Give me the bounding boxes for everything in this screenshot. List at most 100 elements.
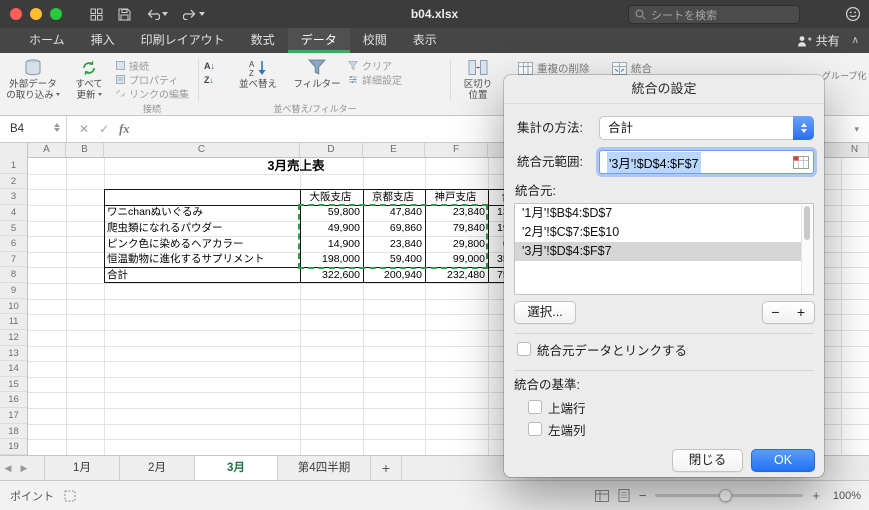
- function-select[interactable]: 合計: [599, 116, 814, 140]
- row-header-8[interactable]: 8: [0, 267, 27, 284]
- tab-home[interactable]: ホーム: [16, 28, 78, 53]
- row-header-10[interactable]: 10: [0, 299, 27, 315]
- formula-bar-expand-icon[interactable]: ▾: [854, 124, 869, 135]
- reference-input[interactable]: '3月'!$D$4:$F$7: [599, 150, 814, 174]
- properties-button[interactable]: プロパティ: [116, 74, 189, 87]
- column-header-A[interactable]: A: [28, 143, 66, 157]
- row-header-15[interactable]: 15: [0, 377, 27, 393]
- share-button[interactable]: 共有: [797, 32, 840, 49]
- normal-view-icon[interactable]: [594, 489, 609, 502]
- add-sheet-button[interactable]: +: [371, 456, 402, 480]
- row-header-5[interactable]: 5: [0, 221, 27, 237]
- tab-data[interactable]: データ: [287, 28, 350, 53]
- browse-button[interactable]: 選択...: [514, 301, 576, 324]
- ok-button[interactable]: OK: [751, 449, 815, 472]
- fullscreen-window-button[interactable]: [50, 8, 62, 20]
- row-header-17[interactable]: 17: [0, 408, 27, 424]
- group-button[interactable]: グループ化: [822, 69, 869, 82]
- row-header-13[interactable]: 13: [0, 346, 27, 362]
- sheet-nav-left-icon[interactable]: ◀: [0, 456, 16, 480]
- close-button[interactable]: 閉じる: [672, 449, 743, 472]
- undo-icon[interactable]: [146, 8, 168, 20]
- scrollbar-thumb[interactable]: [804, 206, 810, 240]
- row-header-3[interactable]: 3: [0, 189, 27, 205]
- filter-button[interactable]: フィルター: [289, 57, 345, 91]
- column-header-D[interactable]: D: [300, 143, 363, 157]
- row-header-11[interactable]: 11: [0, 314, 27, 330]
- search-input[interactable]: シートを検索: [628, 5, 800, 24]
- sort-button[interactable]: AZ 並べ替え: [230, 57, 286, 91]
- tiles-icon[interactable]: [90, 8, 103, 21]
- tab-view[interactable]: 表示: [400, 28, 450, 53]
- row-header-4[interactable]: 4: [0, 205, 27, 221]
- row-header-12[interactable]: 12: [0, 330, 27, 346]
- refresh-all-button[interactable]: すべて 更新: [66, 57, 112, 101]
- range-picker-icon[interactable]: [793, 155, 809, 169]
- reference-item-selected[interactable]: '3月'!$D$4:$F$7: [515, 242, 813, 261]
- select-all-corner[interactable]: [0, 143, 28, 158]
- link-source-checkbox[interactable]: 統合元データとリンクする: [517, 341, 687, 358]
- sheet-tab-1[interactable]: 1月: [44, 456, 120, 480]
- zoom-in-button[interactable]: +: [812, 488, 820, 503]
- get-external-data-button[interactable]: 外部データ の取り込み: [2, 57, 64, 101]
- reference-item[interactable]: '1月'!$B$4:$D$7: [515, 204, 813, 223]
- save-icon[interactable]: [118, 8, 131, 21]
- column-header-right[interactable]: N: [841, 143, 869, 157]
- consolidate-button[interactable]: 統合: [612, 61, 652, 76]
- sort-ascending-button[interactable]: A↓: [204, 60, 215, 71]
- checkbox-icon[interactable]: [517, 342, 531, 356]
- checkbox-icon[interactable]: [528, 422, 542, 436]
- cancel-icon[interactable]: ✕: [79, 122, 89, 136]
- page-layout-view-icon[interactable]: [618, 489, 630, 502]
- tab-page-layout[interactable]: 印刷レイアウト: [128, 28, 238, 53]
- row-header-7[interactable]: 7: [0, 252, 27, 268]
- close-window-button[interactable]: [10, 8, 22, 20]
- connections-button[interactable]: 接続: [116, 60, 189, 73]
- edit-links-button[interactable]: リンクの編集: [116, 88, 189, 101]
- list-scrollbar[interactable]: [801, 204, 813, 294]
- sheet-nav-right-icon[interactable]: ▶: [16, 456, 32, 480]
- clear-filter-button[interactable]: クリア: [348, 60, 402, 73]
- row-header-16[interactable]: 16: [0, 392, 27, 409]
- row-header-2[interactable]: 2: [0, 174, 27, 190]
- column-header-E[interactable]: E: [363, 143, 425, 157]
- minimize-window-button[interactable]: [30, 8, 42, 20]
- checkbox-icon[interactable]: [528, 400, 542, 414]
- name-box[interactable]: B4: [0, 116, 67, 142]
- sheet-tab-2[interactable]: 2月: [120, 456, 195, 480]
- insert-function-icon[interactable]: fx: [119, 122, 129, 137]
- zoom-percentage[interactable]: 100%: [829, 490, 861, 502]
- sheet-tab-3[interactable]: 3月: [195, 456, 278, 480]
- reference-item[interactable]: '2月'!$C$7:$E$10: [515, 223, 813, 242]
- column-header-C[interactable]: C: [104, 143, 300, 157]
- row-header-18[interactable]: 18: [0, 424, 27, 440]
- zoom-slider-knob[interactable]: [719, 489, 733, 502]
- row-header-9[interactable]: 9: [0, 283, 27, 299]
- zoom-out-button[interactable]: −: [639, 488, 647, 503]
- sheet-tab-4[interactable]: 第4四半期: [278, 456, 371, 480]
- references-list[interactable]: '1月'!$B$4:$D$7 '2月'!$C$7:$E$10 '3月'!$D$4…: [514, 203, 814, 295]
- tab-review[interactable]: 校閲: [350, 28, 400, 53]
- row-header-19[interactable]: 19: [0, 439, 27, 455]
- sort-descending-button[interactable]: Z↓: [204, 74, 215, 85]
- left-column-checkbox[interactable]: 左端列: [528, 421, 586, 438]
- top-row-checkbox[interactable]: 上端行: [528, 399, 586, 416]
- remove-duplicates-button[interactable]: 重複の削除: [518, 61, 590, 76]
- collapse-ribbon-icon[interactable]: ∧: [852, 35, 859, 46]
- tab-formulas[interactable]: 数式: [238, 28, 288, 53]
- advanced-filter-button[interactable]: 詳細設定: [348, 74, 402, 87]
- row-header-14[interactable]: 14: [0, 361, 27, 377]
- zoom-slider[interactable]: [655, 489, 804, 502]
- redo-icon[interactable]: [183, 8, 205, 20]
- column-header-B[interactable]: B: [66, 143, 104, 157]
- remove-reference-button[interactable]: −: [762, 301, 789, 324]
- row-header-1[interactable]: 1: [0, 158, 27, 174]
- enter-icon[interactable]: ✓: [99, 122, 109, 136]
- column-header-F[interactable]: F: [425, 143, 488, 157]
- add-reference-button[interactable]: +: [788, 301, 815, 324]
- row-header-6[interactable]: 6: [0, 236, 27, 252]
- text-to-columns-button[interactable]: 区切り 位置: [453, 57, 503, 101]
- feedback-smiley-icon[interactable]: [845, 6, 861, 22]
- name-box-stepper[interactable]: [54, 123, 60, 132]
- tab-insert[interactable]: 挿入: [78, 28, 128, 53]
